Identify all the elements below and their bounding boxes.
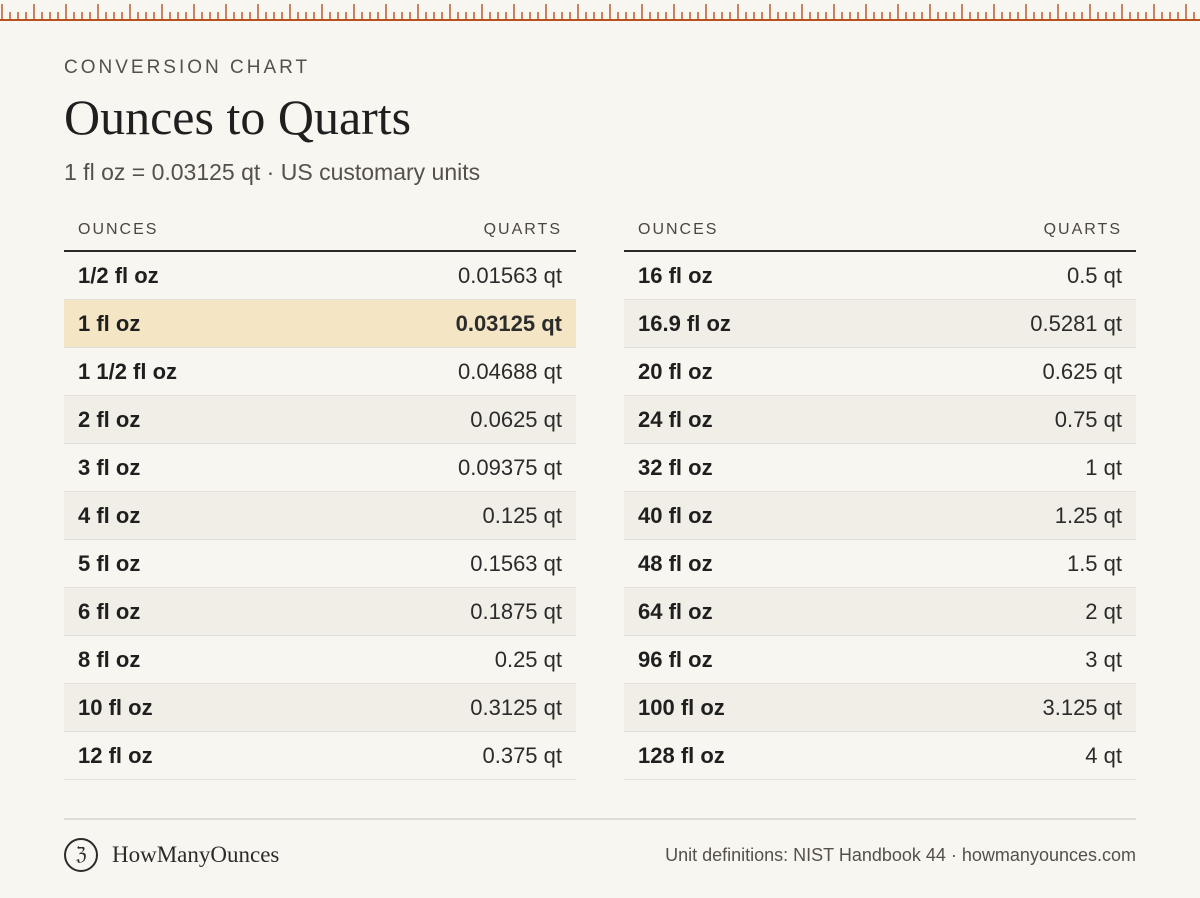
table-row: 128 fl oz 4 qt xyxy=(624,732,1136,780)
footer-divider xyxy=(64,818,1136,820)
brand: ℨ HowManyOunces xyxy=(64,838,279,872)
ruler-decoration xyxy=(0,4,1200,21)
table-body: 1/2 fl oz 0.01563 qt 1 fl oz 0.03125 qt 1 1/… xyxy=(64,252,576,780)
ounces-cell: 3 fl oz xyxy=(78,454,141,480)
ounces-cell: 100 fl oz xyxy=(638,694,725,720)
quarts-cell: 0.625 qt xyxy=(1042,358,1122,384)
table-row: 16.9 fl oz 0.5281 qt xyxy=(624,300,1136,348)
ounces-cell: 1/2 fl oz xyxy=(78,262,159,288)
table-row: 8 fl oz 0.25 qt xyxy=(64,636,576,684)
table-row: 6 fl oz 0.1875 qt xyxy=(64,588,576,636)
conversion-table-left: OUNCES QUARTS 1/2 fl oz 0.01563 qt 1 fl oz… xyxy=(64,210,576,780)
table-row: 1/2 fl oz 0.01563 qt xyxy=(64,252,576,300)
table-row: 1 1/2 fl oz 0.04688 qt xyxy=(64,348,576,396)
conversion-table-right: OUNCES QUARTS 16 fl oz 0.5 qt 16.9 fl oz 0.… xyxy=(624,210,1136,780)
quarts-cell: 0.5 qt xyxy=(1066,262,1122,288)
quarts-cell: 0.04688 qt xyxy=(458,358,562,384)
quarts-cell: 3 qt xyxy=(1085,646,1122,672)
table-header: OUNCES QUARTS xyxy=(64,210,576,252)
table-row: 3 fl oz 0.09375 qt xyxy=(64,444,576,492)
ounces-cell: 64 fl oz xyxy=(638,598,713,624)
table-body: 16 fl oz 0.5 qt 16.9 fl oz 0.5281 qt 20 fl o… xyxy=(624,252,1136,780)
ounces-cell: 32 fl oz xyxy=(638,454,713,480)
logo-icon: ℨ xyxy=(64,838,98,872)
column-header-ounces: OUNCES xyxy=(638,221,719,238)
page-title: Ounces to Quarts xyxy=(64,89,412,145)
ounces-cell: 16 fl oz xyxy=(638,262,713,288)
table-row: 32 fl oz 1 qt xyxy=(624,444,1136,492)
ounces-cell: 40 fl oz xyxy=(638,502,713,528)
table-row: 1 fl oz 0.03125 qt xyxy=(64,300,576,348)
quarts-cell: 0.1875 qt xyxy=(470,598,562,624)
ounces-cell: 6 fl oz xyxy=(78,598,141,624)
quarts-cell: 0.01563 qt xyxy=(458,262,562,288)
quarts-cell: 0.75 qt xyxy=(1054,406,1122,432)
ounces-cell: 20 fl oz xyxy=(638,358,713,384)
ounces-cell: 1 1/2 fl oz xyxy=(78,358,178,384)
table-row: 48 fl oz 1.5 qt xyxy=(624,540,1136,588)
quarts-cell: 1.5 qt xyxy=(1066,550,1122,576)
ounces-cell: 24 fl oz xyxy=(638,406,713,432)
quarts-cell: 0.25 qt xyxy=(494,646,562,672)
table-row: 4 fl oz 0.125 qt xyxy=(64,492,576,540)
logo-glyph: ℨ xyxy=(75,844,87,865)
ounces-cell: 128 fl oz xyxy=(638,742,725,768)
quarts-cell: 1 qt xyxy=(1085,454,1122,480)
quarts-cell: 0.1563 qt xyxy=(470,550,562,576)
quarts-cell: 0.09375 qt xyxy=(458,454,562,480)
table-row: 64 fl oz 2 qt xyxy=(624,588,1136,636)
quarts-cell: 0.03125 qt xyxy=(455,310,562,336)
column-header-quarts: QUARTS xyxy=(483,221,562,238)
quarts-cell: 0.375 qt xyxy=(482,742,562,768)
table-row: 10 fl oz 0.3125 qt xyxy=(64,684,576,732)
table-header: OUNCES QUARTS xyxy=(624,210,1136,252)
quarts-cell: 3.125 qt xyxy=(1042,694,1122,720)
ounces-cell: 12 fl oz xyxy=(78,742,153,768)
quarts-cell: 2 qt xyxy=(1085,598,1122,624)
table-row: 20 fl oz 0.625 qt xyxy=(624,348,1136,396)
quarts-cell: 0.125 qt xyxy=(482,502,562,528)
table-row: 12 fl oz 0.375 qt xyxy=(64,732,576,780)
table-row: 2 fl oz 0.0625 qt xyxy=(64,396,576,444)
quarts-cell: 4 qt xyxy=(1085,742,1122,768)
brand-name: HowManyOunces xyxy=(112,842,280,867)
eyebrow-label: CONVERSION CHART xyxy=(64,57,311,78)
ounces-cell: 96 fl oz xyxy=(638,646,713,672)
ounces-cell: 2 fl oz xyxy=(78,406,141,432)
ounces-cell: 8 fl oz xyxy=(78,646,141,672)
quarts-cell: 0.3125 qt xyxy=(470,694,562,720)
quarts-cell: 0.0625 qt xyxy=(470,406,562,432)
quarts-cell: 1.25 qt xyxy=(1054,502,1122,528)
table-row: 24 fl oz 0.75 qt xyxy=(624,396,1136,444)
table-row: 16 fl oz 0.5 qt xyxy=(624,252,1136,300)
table-row: 96 fl oz 3 qt xyxy=(624,636,1136,684)
ounces-cell: 4 fl oz xyxy=(78,502,141,528)
table-row: 5 fl oz 0.1563 qt xyxy=(64,540,576,588)
ounces-cell: 1 fl oz xyxy=(78,310,141,336)
ounces-cell: 48 fl oz xyxy=(638,550,713,576)
column-header-quarts: QUARTS xyxy=(1043,221,1122,238)
ounces-cell: 10 fl oz xyxy=(78,694,153,720)
column-header-ounces: OUNCES xyxy=(78,221,159,238)
source-note: Unit definitions: NIST Handbook 44 · how… xyxy=(665,845,1136,865)
table-row: 40 fl oz 1.25 qt xyxy=(624,492,1136,540)
ounces-cell: 5 fl oz xyxy=(78,550,141,576)
ounces-cell: 16.9 fl oz xyxy=(638,310,731,336)
table-row: 100 fl oz 3.125 qt xyxy=(624,684,1136,732)
quarts-cell: 0.5281 qt xyxy=(1030,310,1122,336)
page-subtitle: 1 fl oz = 0.03125 qt · US customary unit… xyxy=(64,159,481,185)
